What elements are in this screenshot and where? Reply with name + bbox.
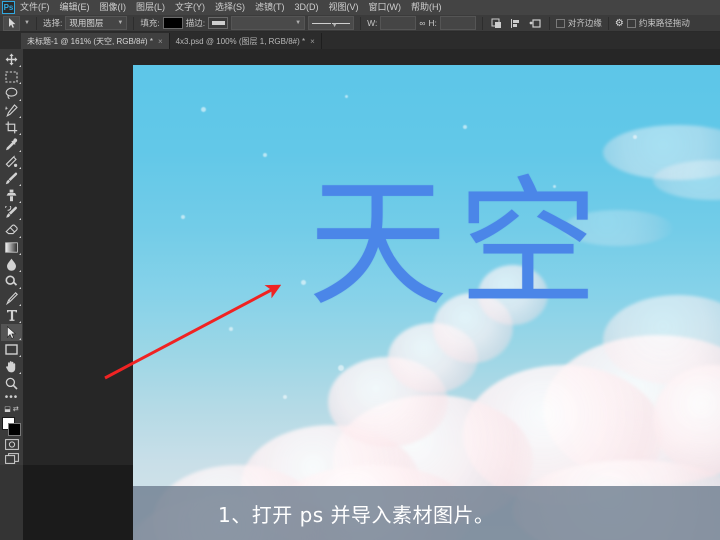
gradient-tool[interactable] <box>1 239 22 256</box>
photoshop-window: Ps 文件(F) 编辑(E) 图像(I) 图层(L) 文字(Y) 选择(S) 滤… <box>0 0 720 540</box>
quick-mask-icon[interactable] <box>1 438 22 451</box>
artwork-title-text: 天空 <box>308 163 609 326</box>
width-label: W: <box>367 18 378 28</box>
tab-label: 未标题-1 @ 161% (天空, RGB/8#) * <box>27 36 153 46</box>
height-input[interactable] <box>439 16 476 30</box>
chevron-down-icon: ▼ <box>117 20 124 26</box>
tools-panel: ••• ⬓ ⇄ <box>0 49 23 465</box>
clone-stamp-tool[interactable] <box>1 187 22 204</box>
caption-text: 1、打开 ps 并导入素材图片。 <box>218 502 495 527</box>
options-bar: ▼ 选择: 现用图层 ▼ 填充: 描边: ▼ ▼ W: ∞ H: 对齐边缘 ⚙ … <box>0 15 720 32</box>
tool-preset-chevron-down-icon[interactable]: ▼ <box>24 20 30 26</box>
stroke-style-dropdown[interactable]: ▼ <box>308 16 355 30</box>
align-edges-checkbox[interactable] <box>555 18 565 28</box>
caption-bar: 1、打开 ps 并导入素材图片。 <box>133 486 720 540</box>
height-label: H: <box>428 18 437 28</box>
lasso-tool[interactable] <box>1 85 22 102</box>
divider <box>607 16 609 30</box>
constrain-path-dragging-checkbox[interactable] <box>626 18 636 28</box>
tab-label: 4x3.psd @ 100% (图层 1, RGB/8#) * <box>175 36 306 46</box>
close-icon[interactable]: × <box>310 37 315 46</box>
width-input[interactable] <box>380 16 417 30</box>
chevron-down-icon: ▼ <box>295 20 302 26</box>
fill-label: 填充: <box>140 18 160 28</box>
align-edges-label: 对齐边缘 <box>567 18 602 28</box>
stroke-width-field[interactable]: ▼ <box>231 16 306 30</box>
tab-untitled-1[interactable]: 未标题-1 @ 161% (天空, RGB/8#) * × <box>21 33 170 49</box>
path-operations-icon[interactable] <box>489 16 505 30</box>
pen-tool[interactable] <box>1 290 22 307</box>
crop-tool[interactable] <box>1 119 22 136</box>
color-swatches <box>1 416 22 437</box>
chevron-down-icon: ▼ <box>331 22 351 29</box>
divider <box>35 16 37 30</box>
tab-4x3-psd[interactable]: 4x3.psd @ 100% (图层 1, RGB/8#) * × <box>170 33 322 49</box>
constrain-path-dragging-label: 约束路径拖动 <box>638 18 690 28</box>
photoshop-logo-icon: Ps <box>2 1 15 14</box>
menu-bar: Ps 文件(F) 编辑(E) 图像(I) 图层(L) 文字(Y) 选择(S) 滤… <box>0 0 720 15</box>
menu-help[interactable]: 帮助(H) <box>406 0 447 15</box>
eraser-tool[interactable] <box>1 221 22 238</box>
divider <box>360 16 362 30</box>
toolbar-lower-extension <box>0 465 23 540</box>
menu-filter[interactable]: 滤镜(T) <box>250 0 290 15</box>
menu-layer[interactable]: 图层(L) <box>131 0 170 15</box>
color-controls-row: ⬓ ⇄ <box>1 404 22 416</box>
path-selection-icon[interactable] <box>3 15 20 31</box>
select-label: 选择: <box>42 18 63 28</box>
gear-icon[interactable]: ⚙ <box>615 18 624 29</box>
move-tool[interactable] <box>1 51 22 68</box>
background-color-swatch[interactable] <box>8 423 21 437</box>
menu-edit[interactable]: 编辑(E) <box>55 0 95 15</box>
rectangle-tool[interactable] <box>1 341 22 358</box>
screen-mode-icon[interactable] <box>1 452 22 465</box>
eyedropper-tool[interactable] <box>1 136 22 153</box>
quick-selection-tool[interactable] <box>1 102 22 119</box>
menu-3d[interactable]: 3D(D) <box>290 0 324 15</box>
close-icon[interactable]: × <box>158 37 163 46</box>
document-canvas[interactable]: 天空 <box>133 65 720 540</box>
menu-select[interactable]: 选择(S) <box>210 0 250 15</box>
history-brush-tool[interactable] <box>1 204 22 221</box>
swap-colors-icon[interactable]: ⇄ <box>13 405 19 413</box>
divider <box>133 16 135 30</box>
stroke-color-swatch[interactable] <box>208 17 229 29</box>
type-tool[interactable] <box>1 307 22 324</box>
divider <box>548 16 550 30</box>
stroke-label: 描边: <box>185 18 206 28</box>
edit-toolbar-icon[interactable]: ••• <box>5 392 19 404</box>
menu-image[interactable]: 图像(I) <box>95 0 132 15</box>
link-wh-icon[interactable]: ∞ <box>419 18 425 28</box>
select-target-dropdown[interactable]: 现用图层 ▼ <box>65 16 128 30</box>
fill-color-swatch[interactable] <box>162 17 183 29</box>
dodge-tool[interactable] <box>1 273 22 290</box>
hand-tool[interactable] <box>1 358 22 375</box>
path-alignment-icon[interactable] <box>508 16 524 30</box>
menu-view[interactable]: 视图(V) <box>324 0 364 15</box>
zoom-tool[interactable] <box>1 375 22 392</box>
path-selection-tool[interactable] <box>1 323 22 341</box>
menu-window[interactable]: 窗口(W) <box>364 0 407 15</box>
brush-tool[interactable] <box>1 170 22 187</box>
menu-type[interactable]: 文字(Y) <box>170 0 210 15</box>
document-tab-bar: 未标题-1 @ 161% (天空, RGB/8#) * × 4x3.psd @ … <box>0 32 720 49</box>
lower-left-backdrop <box>0 465 133 540</box>
select-target-value: 现用图层 <box>69 18 104 28</box>
divider <box>481 16 483 30</box>
spot-healing-brush-tool[interactable] <box>1 153 22 170</box>
menu-file[interactable]: 文件(F) <box>15 0 55 15</box>
rectangular-marquee-tool[interactable] <box>1 68 22 85</box>
path-arrangement-icon[interactable] <box>527 16 543 30</box>
stroke-style-preview <box>312 22 331 24</box>
blur-tool[interactable] <box>1 256 22 273</box>
default-colors-icon[interactable]: ⬓ <box>4 405 11 413</box>
